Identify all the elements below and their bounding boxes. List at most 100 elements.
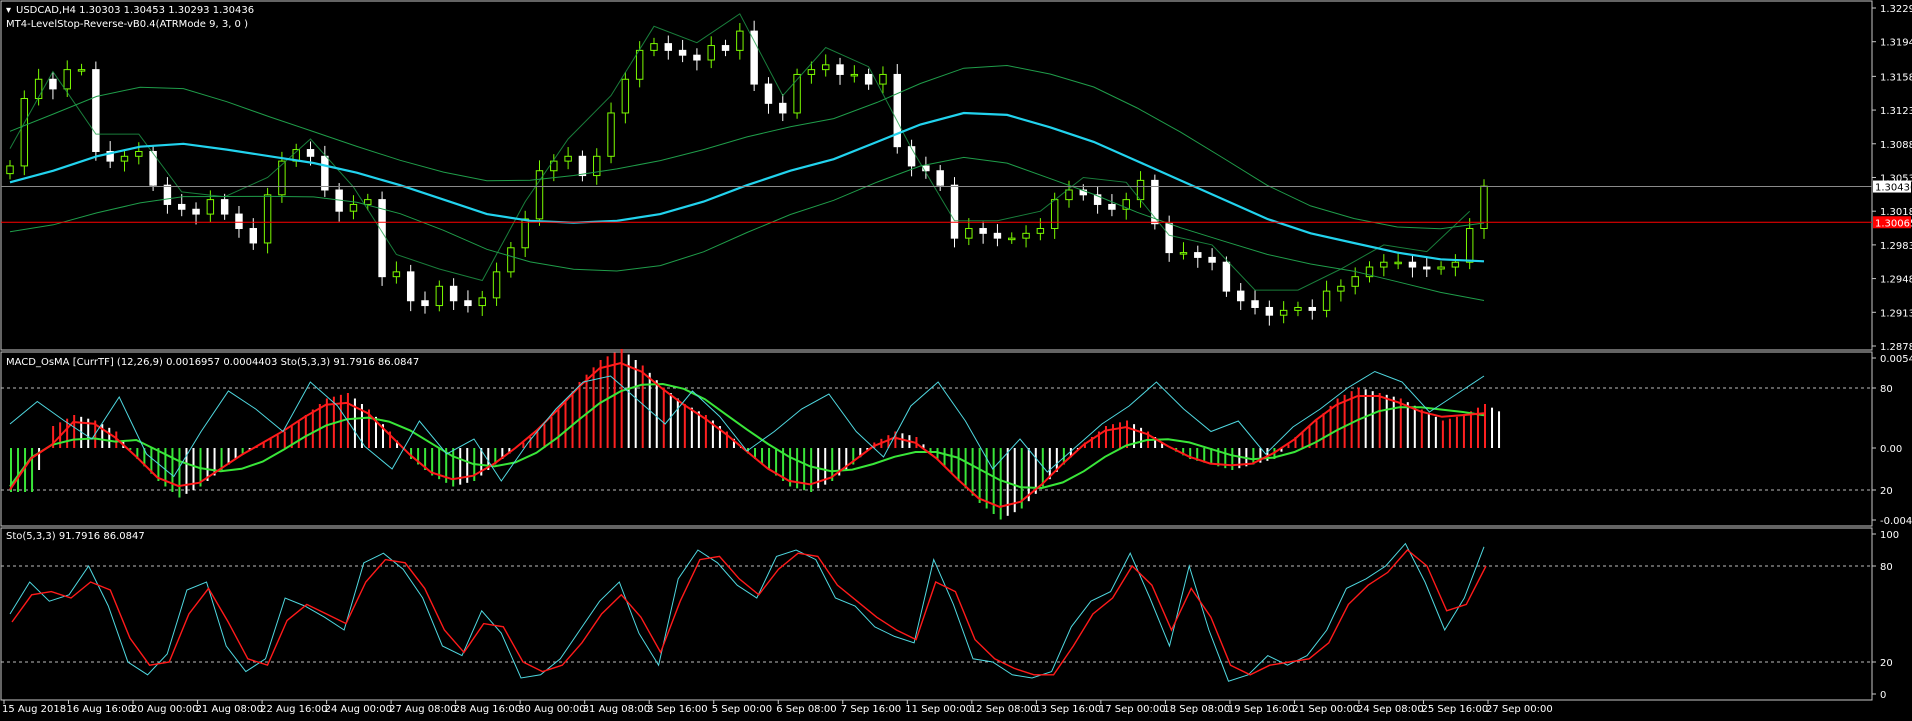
candle[interactable] bbox=[220, 199, 229, 215]
candle[interactable] bbox=[192, 208, 200, 215]
candle[interactable] bbox=[807, 69, 816, 75]
candle[interactable] bbox=[736, 30, 744, 51]
candle[interactable] bbox=[993, 232, 1002, 239]
candle[interactable] bbox=[1394, 261, 1402, 265]
osma-bar bbox=[768, 448, 771, 470]
candle[interactable] bbox=[965, 228, 973, 239]
candle[interactable] bbox=[1322, 290, 1331, 311]
candle[interactable] bbox=[650, 43, 658, 51]
candle[interactable] bbox=[1165, 223, 1173, 254]
candle[interactable] bbox=[1351, 276, 1359, 287]
candle[interactable] bbox=[435, 285, 444, 307]
candle[interactable] bbox=[621, 78, 630, 114]
candle[interactable] bbox=[1265, 306, 1274, 316]
candle[interactable] bbox=[1050, 199, 1059, 230]
candle[interactable] bbox=[120, 155, 129, 162]
candle[interactable] bbox=[879, 73, 887, 85]
candle[interactable] bbox=[1437, 266, 1445, 270]
trading-chart[interactable]: 1.304361.30065 1.32290 1.31940 1.31580 1.31… bbox=[0, 0, 1912, 721]
candle[interactable] bbox=[635, 49, 644, 80]
candle[interactable] bbox=[1036, 228, 1045, 234]
candle[interactable] bbox=[836, 64, 844, 75]
candle[interactable] bbox=[950, 184, 959, 239]
candle[interactable] bbox=[364, 199, 372, 205]
candle[interactable] bbox=[464, 300, 472, 307]
candle[interactable] bbox=[206, 199, 215, 215]
candle[interactable] bbox=[449, 285, 458, 302]
dropdown-arrow-icon[interactable]: ▾ bbox=[6, 5, 11, 16]
candle[interactable] bbox=[406, 271, 415, 302]
candle[interactable] bbox=[707, 45, 715, 61]
candle[interactable] bbox=[1308, 306, 1316, 311]
candle[interactable] bbox=[693, 54, 701, 61]
candle[interactable] bbox=[1294, 306, 1302, 311]
osma-bar bbox=[613, 352, 616, 448]
candle[interactable] bbox=[263, 194, 272, 244]
candle[interactable] bbox=[1108, 203, 1116, 210]
candle[interactable] bbox=[6, 165, 14, 175]
candle[interactable] bbox=[1251, 300, 1259, 308]
osma-bar bbox=[641, 365, 644, 448]
candle[interactable] bbox=[306, 149, 315, 157]
candle[interactable] bbox=[249, 228, 258, 244]
candle[interactable] bbox=[1194, 252, 1202, 258]
indicator-label: MT4-LevelStop-Reverse-vB0.4(ATRMode 9, 3… bbox=[6, 19, 248, 30]
candle[interactable] bbox=[1279, 309, 1288, 316]
candle[interactable] bbox=[936, 170, 944, 186]
panel-frame bbox=[0, 351, 1873, 527]
osma-bar bbox=[634, 360, 637, 448]
candle[interactable] bbox=[979, 228, 987, 234]
candle[interactable] bbox=[1236, 290, 1245, 302]
candle[interactable] bbox=[664, 43, 673, 51]
macd-panel[interactable] bbox=[1, 349, 1872, 520]
osma-bar bbox=[1027, 448, 1030, 502]
stochastic-panel[interactable] bbox=[1, 542, 1872, 682]
candle[interactable] bbox=[77, 69, 86, 72]
candle[interactable] bbox=[478, 297, 486, 307]
candle[interactable] bbox=[92, 69, 100, 152]
candle[interactable] bbox=[907, 146, 916, 167]
price-panel[interactable]: 1.304361.30065 bbox=[1, 13, 1912, 326]
candle[interactable] bbox=[564, 155, 572, 162]
candle[interactable] bbox=[1408, 261, 1417, 268]
candle[interactable] bbox=[578, 155, 587, 177]
candle[interactable] bbox=[492, 271, 501, 299]
candle[interactable] bbox=[34, 78, 43, 100]
candle[interactable] bbox=[378, 199, 386, 278]
candle[interactable] bbox=[764, 83, 773, 104]
candle[interactable] bbox=[392, 271, 401, 278]
candle[interactable] bbox=[864, 73, 873, 85]
candle[interactable] bbox=[850, 73, 859, 77]
candle[interactable] bbox=[821, 64, 830, 71]
candle[interactable] bbox=[607, 112, 615, 157]
candle[interactable] bbox=[1179, 252, 1188, 255]
candle[interactable] bbox=[779, 102, 787, 114]
lower-band-line bbox=[9, 156, 1485, 301]
candle[interactable] bbox=[1465, 228, 1474, 263]
candle[interactable] bbox=[349, 203, 358, 212]
candle[interactable] bbox=[521, 218, 529, 249]
candle[interactable] bbox=[507, 247, 515, 273]
candle[interactable] bbox=[63, 69, 71, 90]
candle[interactable] bbox=[1380, 261, 1388, 268]
candle[interactable] bbox=[1337, 285, 1345, 292]
candle[interactable] bbox=[1008, 237, 1016, 241]
candle[interactable] bbox=[20, 98, 29, 167]
candle[interactable] bbox=[49, 78, 57, 90]
candle[interactable] bbox=[721, 45, 730, 51]
candle[interactable] bbox=[321, 155, 329, 191]
candle[interactable] bbox=[178, 203, 186, 210]
candle[interactable] bbox=[1022, 232, 1030, 239]
candle[interactable] bbox=[1222, 261, 1231, 292]
osma-bar bbox=[1448, 418, 1451, 448]
candle[interactable] bbox=[421, 300, 429, 307]
candle[interactable] bbox=[1208, 256, 1216, 263]
candle[interactable] bbox=[1423, 266, 1431, 270]
candle[interactable] bbox=[163, 184, 172, 205]
candle[interactable] bbox=[678, 49, 687, 56]
candle[interactable] bbox=[235, 213, 243, 230]
candle[interactable] bbox=[750, 30, 758, 85]
candle[interactable] bbox=[1451, 261, 1460, 268]
candle[interactable] bbox=[135, 150, 143, 157]
candle[interactable] bbox=[1065, 189, 1073, 201]
